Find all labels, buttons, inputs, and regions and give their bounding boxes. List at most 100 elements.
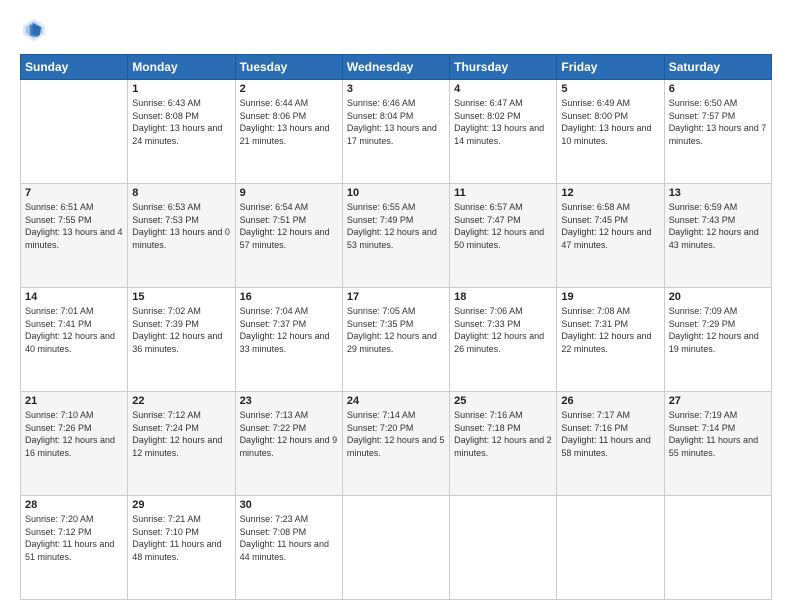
day-number: 27	[669, 395, 767, 407]
day-number: 21	[25, 395, 123, 407]
day-number: 17	[347, 291, 445, 303]
weekday-header-row: SundayMondayTuesdayWednesdayThursdayFrid…	[21, 55, 772, 80]
calendar-cell	[557, 496, 664, 600]
cell-info: Sunrise: 7:05 AMSunset: 7:35 PMDaylight:…	[347, 305, 445, 355]
day-number: 30	[240, 499, 338, 511]
day-number: 12	[561, 187, 659, 199]
day-number: 2	[240, 83, 338, 95]
calendar-cell: 9Sunrise: 6:54 AMSunset: 7:51 PMDaylight…	[235, 184, 342, 288]
day-number: 3	[347, 83, 445, 95]
calendar-cell: 3 Sunrise: 6:46 AMSunset: 8:04 PMDaylight…	[342, 80, 449, 184]
calendar-cell: 8Sunrise: 6:53 AMSunset: 7:53 PMDaylight…	[128, 184, 235, 288]
day-number: 26	[561, 395, 659, 407]
cell-info: Sunrise: 6:58 AMSunset: 7:45 PMDaylight:…	[561, 201, 659, 251]
header	[20, 16, 772, 44]
weekday-header-tuesday: Tuesday	[235, 55, 342, 80]
calendar-cell	[21, 80, 128, 184]
weekday-header-thursday: Thursday	[450, 55, 557, 80]
cell-info: Sunrise: 7:17 AMSunset: 7:16 PMDaylight:…	[561, 409, 659, 459]
calendar-cell: 10Sunrise: 6:55 AMSunset: 7:49 PMDayligh…	[342, 184, 449, 288]
calendar-table: SundayMondayTuesdayWednesdayThursdayFrid…	[20, 54, 772, 600]
cell-info: Sunrise: 7:01 AMSunset: 7:41 PMDaylight:…	[25, 305, 123, 355]
cell-info: Sunrise: 7:04 AMSunset: 7:37 PMDaylight:…	[240, 305, 338, 355]
calendar-cell: 24 Sunrise: 7:14 AMSunset: 7:20 PMDayligh…	[342, 392, 449, 496]
calendar-week-row: 28Sunrise: 7:20 AMSunset: 7:12 PMDayligh…	[21, 496, 772, 600]
calendar-cell: 22Sunrise: 7:12 AMSunset: 7:24 PMDayligh…	[128, 392, 235, 496]
calendar-cell: 20 Sunrise: 7:09 AMSunset: 7:29 PMDayligh…	[664, 288, 771, 392]
day-number: 4	[454, 83, 552, 95]
day-number: 15	[132, 291, 230, 303]
calendar-cell: 11Sunrise: 6:57 AMSunset: 7:47 PMDayligh…	[450, 184, 557, 288]
cell-info: Sunrise: 6:53 AMSunset: 7:53 PMDaylight:…	[132, 201, 230, 251]
day-number: 14	[25, 291, 123, 303]
cell-info: Sunrise: 7:13 AMSunset: 7:22 PMDaylight:…	[240, 409, 338, 459]
cell-info: Sunrise: 6:57 AMSunset: 7:47 PMDaylight:…	[454, 201, 552, 251]
cell-info: Sunrise: 7:16 AMSunset: 7:18 PMDaylight:…	[454, 409, 552, 459]
cell-info: Sunrise: 6:43 AMSunset: 8:08 PMDaylight:…	[132, 97, 230, 147]
day-number: 7	[25, 187, 123, 199]
calendar-cell	[342, 496, 449, 600]
calendar-cell: 30 Sunrise: 7:23 AMSunset: 7:08 PMDayligh…	[235, 496, 342, 600]
page: SundayMondayTuesdayWednesdayThursdayFrid…	[0, 0, 792, 612]
day-number: 13	[669, 187, 767, 199]
weekday-header-saturday: Saturday	[664, 55, 771, 80]
day-number: 20	[669, 291, 767, 303]
calendar-cell: 14 Sunrise: 7:01 AMSunset: 7:41 PMDayligh…	[21, 288, 128, 392]
calendar-week-row: 14 Sunrise: 7:01 AMSunset: 7:41 PMDayligh…	[21, 288, 772, 392]
cell-info: Sunrise: 7:08 AMSunset: 7:31 PMDaylight:…	[561, 305, 659, 355]
cell-info: Sunrise: 7:06 AMSunset: 7:33 PMDaylight:…	[454, 305, 552, 355]
calendar-cell: 19 Sunrise: 7:08 AMSunset: 7:31 PMDayligh…	[557, 288, 664, 392]
cell-info: Sunrise: 6:51 AMSunset: 7:55 PMDaylight:…	[25, 201, 123, 251]
calendar-cell: 23 Sunrise: 7:13 AMSunset: 7:22 PMDayligh…	[235, 392, 342, 496]
cell-info: Sunrise: 7:10 AMSunset: 7:26 PMDaylight:…	[25, 409, 123, 459]
calendar-cell: 4Sunrise: 6:47 AMSunset: 8:02 PMDaylight…	[450, 80, 557, 184]
weekday-header-monday: Monday	[128, 55, 235, 80]
calendar-cell: 28Sunrise: 7:20 AMSunset: 7:12 PMDayligh…	[21, 496, 128, 600]
day-number: 19	[561, 291, 659, 303]
calendar-cell: 1 Sunrise: 6:43 AMSunset: 8:08 PMDaylight…	[128, 80, 235, 184]
calendar-cell: 6 Sunrise: 6:50 AMSunset: 7:57 PMDaylight…	[664, 80, 771, 184]
logo-icon	[20, 16, 48, 44]
cell-info: Sunrise: 6:50 AMSunset: 7:57 PMDaylight:…	[669, 97, 767, 147]
logo	[20, 16, 52, 44]
day-number: 1	[132, 83, 230, 95]
cell-info: Sunrise: 6:44 AMSunset: 8:06 PMDaylight:…	[240, 97, 338, 147]
day-number: 10	[347, 187, 445, 199]
calendar-week-row: 7 Sunrise: 6:51 AMSunset: 7:55 PMDaylight…	[21, 184, 772, 288]
calendar-cell: 5Sunrise: 6:49 AMSunset: 8:00 PMDaylight…	[557, 80, 664, 184]
cell-info: Sunrise: 7:21 AMSunset: 7:10 PMDaylight:…	[132, 513, 230, 563]
day-number: 22	[132, 395, 230, 407]
calendar-cell: 27 Sunrise: 7:19 AMSunset: 7:14 PMDayligh…	[664, 392, 771, 496]
weekday-header-friday: Friday	[557, 55, 664, 80]
calendar-cell: 26 Sunrise: 7:17 AMSunset: 7:16 PMDayligh…	[557, 392, 664, 496]
day-number: 29	[132, 499, 230, 511]
day-number: 6	[669, 83, 767, 95]
day-number: 25	[454, 395, 552, 407]
weekday-header-sunday: Sunday	[21, 55, 128, 80]
day-number: 24	[347, 395, 445, 407]
day-number: 9	[240, 187, 338, 199]
calendar-cell: 25 Sunrise: 7:16 AMSunset: 7:18 PMDayligh…	[450, 392, 557, 496]
cell-info: Sunrise: 7:09 AMSunset: 7:29 PMDaylight:…	[669, 305, 767, 355]
calendar-cell: 29 Sunrise: 7:21 AMSunset: 7:10 PMDayligh…	[128, 496, 235, 600]
cell-info: Sunrise: 6:59 AMSunset: 7:43 PMDaylight:…	[669, 201, 767, 251]
day-number: 16	[240, 291, 338, 303]
calendar-cell: 21 Sunrise: 7:10 AMSunset: 7:26 PMDayligh…	[21, 392, 128, 496]
weekday-header-wednesday: Wednesday	[342, 55, 449, 80]
calendar-cell	[450, 496, 557, 600]
calendar-cell: 2 Sunrise: 6:44 AMSunset: 8:06 PMDaylight…	[235, 80, 342, 184]
calendar-cell: 16 Sunrise: 7:04 AMSunset: 7:37 PMDayligh…	[235, 288, 342, 392]
cell-info: Sunrise: 7:23 AMSunset: 7:08 PMDaylight:…	[240, 513, 338, 563]
cell-info: Sunrise: 6:49 AMSunset: 8:00 PMDaylight:…	[561, 97, 659, 147]
calendar-cell: 17 Sunrise: 7:05 AMSunset: 7:35 PMDayligh…	[342, 288, 449, 392]
calendar-cell	[664, 496, 771, 600]
calendar-week-row: 21 Sunrise: 7:10 AMSunset: 7:26 PMDayligh…	[21, 392, 772, 496]
cell-info: Sunrise: 7:19 AMSunset: 7:14 PMDaylight:…	[669, 409, 767, 459]
cell-info: Sunrise: 6:46 AMSunset: 8:04 PMDaylight:…	[347, 97, 445, 147]
cell-info: Sunrise: 7:20 AMSunset: 7:12 PMDaylight:…	[25, 513, 123, 563]
day-number: 23	[240, 395, 338, 407]
calendar-cell: 12 Sunrise: 6:58 AMSunset: 7:45 PMDayligh…	[557, 184, 664, 288]
cell-info: Sunrise: 7:02 AMSunset: 7:39 PMDaylight:…	[132, 305, 230, 355]
cell-info: Sunrise: 7:14 AMSunset: 7:20 PMDaylight:…	[347, 409, 445, 459]
calendar-week-row: 1 Sunrise: 6:43 AMSunset: 8:08 PMDaylight…	[21, 80, 772, 184]
